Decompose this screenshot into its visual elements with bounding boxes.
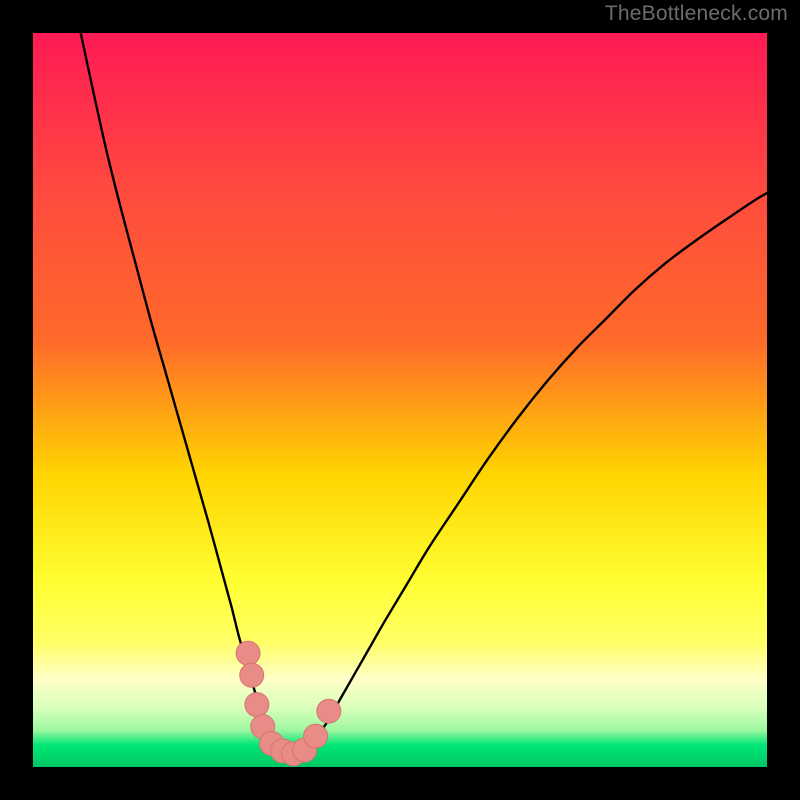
data-marker [245,693,269,717]
data-marker [240,663,264,687]
chart-frame: TheBottleneck.com [0,0,800,800]
data-marker [236,641,260,665]
gradient-background [33,33,767,767]
data-marker [304,724,328,748]
data-marker [317,699,341,723]
plot-area [33,33,767,767]
watermark-text: TheBottleneck.com [605,2,788,26]
plot-svg [33,33,767,767]
